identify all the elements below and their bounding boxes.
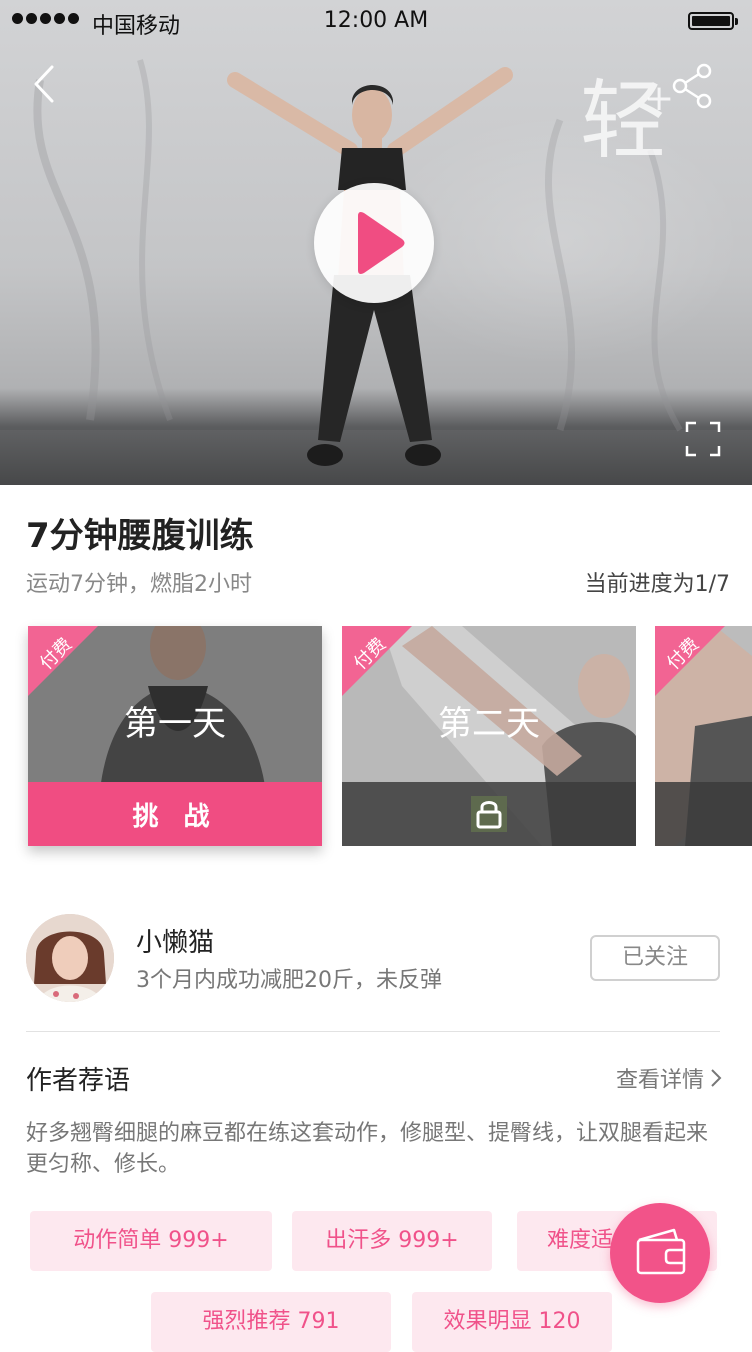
back-button[interactable] bbox=[30, 62, 70, 106]
avatar[interactable] bbox=[26, 914, 114, 1002]
recommend-text: 好多翘臀细腿的麻豆都在练这套动作，修腿型、提臀线，让双腿看起来更匀称、修长。 bbox=[26, 1121, 709, 1177]
paid-badge-text: 付费 bbox=[35, 633, 77, 675]
chevron-right-icon bbox=[711, 1069, 722, 1087]
tag-chip[interactable]: 效果明显 120 bbox=[412, 1292, 612, 1352]
battery-icon bbox=[688, 12, 738, 30]
status-bar: 中国移动 12:00 AM bbox=[0, 0, 752, 44]
day-card-list[interactable]: 付费 第一天 挑 战 付费 第二天 付费 bbox=[0, 626, 752, 876]
day-card-3[interactable]: 付费 bbox=[655, 626, 752, 846]
paid-badge: 付费 bbox=[655, 626, 725, 696]
paid-badge: 付费 bbox=[28, 626, 98, 696]
day-card-label: 第二天 bbox=[438, 704, 540, 744]
challenge-button-label: 挑 战 bbox=[132, 802, 218, 832]
program-subtitle: 运动7分钟，燃脂2小时 bbox=[26, 572, 252, 597]
day-card-1[interactable]: 付费 第一天 挑 战 bbox=[28, 626, 322, 846]
share-button[interactable] bbox=[670, 62, 714, 110]
follow-button[interactable]: 已关注 bbox=[590, 935, 720, 981]
author-description: 3个月内成功减肥20斤，未反弹 bbox=[136, 968, 442, 993]
view-details-link[interactable]: 查看详情 bbox=[616, 1062, 722, 1094]
challenge-button[interactable]: 挑 战 bbox=[28, 782, 322, 846]
tag-chip[interactable]: 动作简单 999+ bbox=[30, 1211, 272, 1271]
locked-bar bbox=[655, 782, 752, 846]
fullscreen-icon bbox=[685, 421, 721, 457]
day-card-label: 第一天 bbox=[124, 704, 226, 744]
lock-icon bbox=[471, 796, 507, 832]
paid-badge: 付费 bbox=[342, 626, 412, 696]
play-button[interactable] bbox=[314, 183, 434, 303]
paid-badge-text: 付费 bbox=[662, 633, 704, 675]
back-icon bbox=[34, 65, 54, 103]
wallet-button[interactable] bbox=[610, 1203, 710, 1303]
progress-text: 当前进度为1/7 bbox=[584, 572, 730, 597]
video-player[interactable]: 轻 + 中国移动 12:00 AM bbox=[0, 0, 752, 485]
tag-chip[interactable]: 强烈推荐 791 bbox=[151, 1292, 391, 1352]
view-details-label: 查看详情 bbox=[615, 1068, 704, 1093]
play-icon bbox=[358, 212, 405, 274]
locked-bar bbox=[342, 782, 636, 846]
tag-chip[interactable]: 出汗多 999+ bbox=[292, 1211, 492, 1271]
program-title: 7分钟腰腹训练 bbox=[26, 516, 254, 556]
share-icon bbox=[672, 63, 712, 109]
fullscreen-button[interactable] bbox=[684, 420, 722, 458]
status-time: 12:00 AM bbox=[323, 8, 429, 33]
wallet-icon bbox=[636, 1228, 686, 1275]
avatar-photo bbox=[26, 914, 114, 1002]
divider bbox=[26, 1031, 720, 1032]
recommend-title: 作者荐语 bbox=[26, 1066, 131, 1096]
day-card-2[interactable]: 付费 第二天 bbox=[342, 626, 636, 846]
author-name[interactable]: 小懒猫 bbox=[136, 922, 214, 959]
paid-badge-text: 付费 bbox=[349, 633, 391, 675]
